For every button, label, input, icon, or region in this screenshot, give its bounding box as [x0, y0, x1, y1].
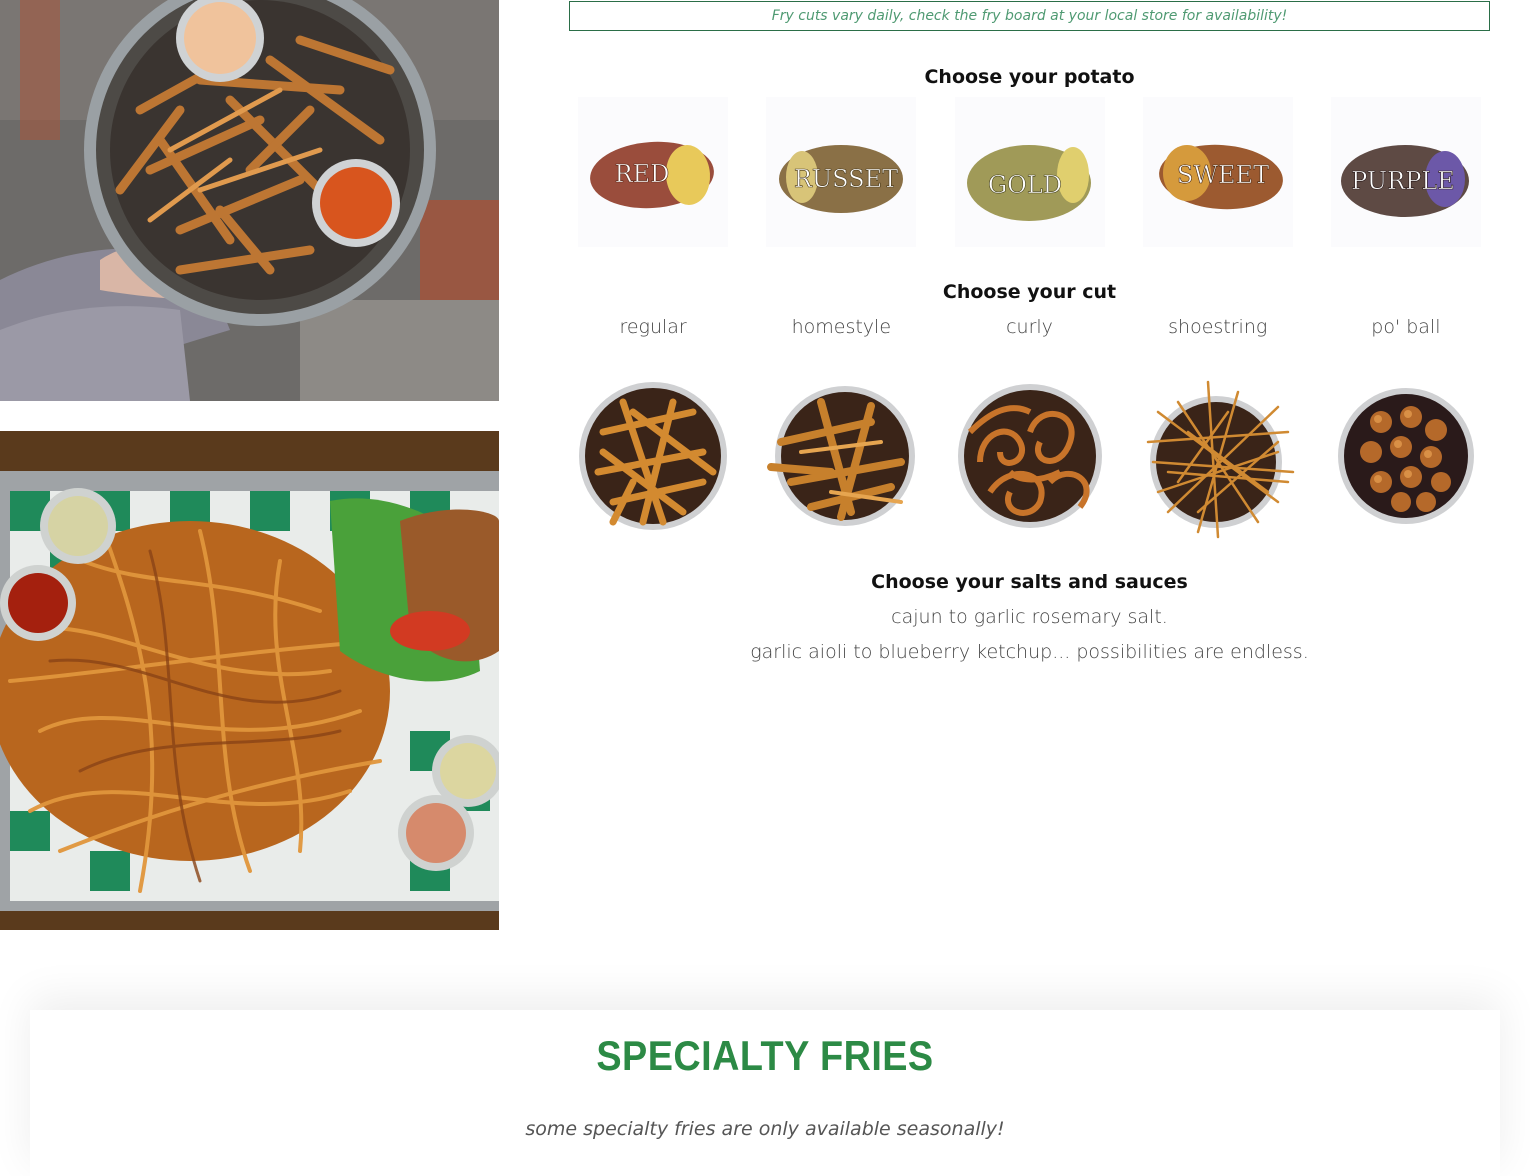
specialty-fries-heading: SPECIALTY FRIES: [596, 1032, 934, 1079]
gold-potato-icon: GOLD: [966, 145, 1091, 221]
cut-label-homestyle[interactable]: homestyle: [792, 316, 891, 338]
potato-label-red: RED: [615, 160, 670, 188]
potato-label-sweet: SWEET: [1177, 161, 1269, 189]
red-potato-icon: RED: [590, 141, 714, 209]
cut-option-po-ball[interactable]: [1312, 372, 1500, 542]
regular-fries-icon: [579, 382, 728, 530]
notice-text: Fry cuts vary daily, check the fry board…: [771, 8, 1288, 24]
potato-label-russet: RUSSET: [794, 165, 898, 193]
potato-options: RED RUSSET GOLD SWEET PURPLE: [559, 97, 1500, 247]
fries-tray-photo: [0, 431, 499, 930]
specialty-fries-subtitle: some specialty fries are only available …: [525, 1118, 1005, 1140]
cut-option-regular[interactable]: [559, 372, 747, 542]
choose-potato-heading: Choose your potato: [924, 66, 1135, 88]
potato-label-gold: GOLD: [987, 171, 1061, 199]
cut-option-curly[interactable]: [935, 372, 1123, 542]
shoestring-fries-icon: [1146, 380, 1294, 539]
cut-label-po-ball[interactable]: po' ball: [1371, 316, 1440, 338]
curly-fries-icon: [957, 384, 1102, 528]
fries-bowl-photo: [0, 0, 499, 401]
potato-option-gold[interactable]: GOLD: [954, 97, 1105, 247]
cut-options: [559, 372, 1500, 542]
potato-option-red[interactable]: RED: [578, 97, 729, 247]
sauces-description: garlic aioli to blueberry ketchup... pos…: [750, 641, 1309, 663]
cut-option-shoestring[interactable]: [1124, 372, 1312, 542]
homestyle-fries-icon: [767, 386, 916, 526]
choose-cut-heading: Choose your cut: [942, 281, 1117, 303]
russet-potato-icon: RUSSET: [779, 145, 904, 213]
sweet-potato-icon: SWEET: [1158, 144, 1283, 210]
salts-description: cajun to garlic rosemary salt.: [891, 606, 1168, 628]
potato-option-sweet[interactable]: SWEET: [1142, 97, 1293, 247]
specialty-fries-section: SPECIALTY FRIES some specialty fries are…: [30, 1010, 1500, 1176]
cut-label-curly[interactable]: curly: [1006, 316, 1053, 338]
cut-labels: regular homestyle curly shoestring po' b…: [559, 316, 1500, 338]
po-ball-icon: [1337, 388, 1474, 524]
choose-sauces-heading: Choose your salts and sauces: [871, 571, 1188, 593]
potato-option-russet[interactable]: RUSSET: [766, 97, 917, 247]
cut-label-regular[interactable]: regular: [619, 316, 686, 338]
purple-potato-icon: PURPLE: [1340, 145, 1469, 217]
cut-option-homestyle[interactable]: [747, 372, 935, 542]
potato-label-purple: PURPLE: [1351, 167, 1455, 195]
potato-option-purple[interactable]: PURPLE: [1330, 97, 1481, 247]
fry-availability-notice: Fry cuts vary daily, check the fry board…: [569, 1, 1490, 31]
cut-label-shoestring[interactable]: shoestring: [1168, 316, 1267, 338]
